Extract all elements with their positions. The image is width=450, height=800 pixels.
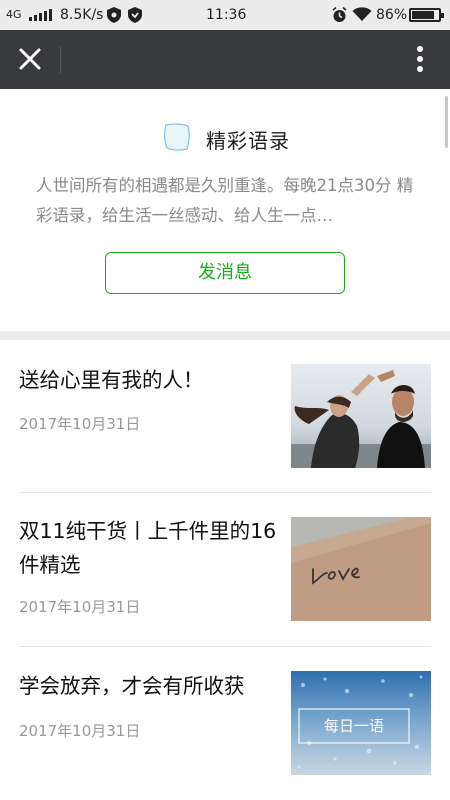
thumbnail-caption: 每日一语 [324,717,384,735]
article-date: 2017年10月31日 [19,722,141,740]
shield-icon [107,7,121,27]
article-divider [19,646,431,647]
vpn-shield-icon [128,7,142,27]
section-gap [0,331,450,340]
more-vertical-icon[interactable] [405,43,435,75]
article-date: 2017年10月31日 [19,598,141,616]
battery-icon [409,8,444,22]
article-title: 双11纯干货丨上千件里的16件精选 [19,519,277,577]
top-nav-bar [0,30,450,89]
signal-icon [29,9,52,21]
article-date: 2017年10月31日 [19,415,141,433]
article-thumbnail: 每日一语 [291,671,431,775]
alarm-icon [332,6,347,27]
status-bar: 4G 8.5K/s 11:36 86% [0,0,450,30]
battery-percent: 86% [376,7,408,23]
account-logo [162,122,192,152]
close-icon[interactable] [14,43,46,75]
scroll-indicator[interactable] [445,96,448,148]
send-message-button[interactable]: 发消息 [105,252,345,294]
nav-divider [60,46,61,74]
article-thumbnail [291,364,431,468]
article-title: 送给心里有我的人！ [19,368,204,392]
network-speed: 8.5K/s [60,7,104,23]
article-thumbnail [291,517,431,621]
account-profile: 精彩语录 人世间所有的相遇都是久别重逢。每晚21点30分 精彩语录，给生活一丝感… [0,89,450,331]
network-type: 4G [6,8,22,21]
wifi-icon [352,7,372,26]
article-item[interactable]: 学会放弃，才会有所收获 2017年10月31日 每日一语 [19,662,431,782]
article-item[interactable]: 送给心里有我的人！ 2017年10月31日 [19,355,431,475]
clock-time: 11:36 [206,7,247,23]
account-name: 精彩语录 [206,129,290,153]
account-description: 人世间所有的相遇都是久别重逢。每晚21点30分 精彩语录，给生活一丝感动、给人生… [36,176,414,225]
article-item[interactable]: 双11纯干货丨上千件里的16件精选 2017年10月31日 [19,508,431,628]
article-divider [19,492,431,493]
article-title: 学会放弃，才会有所收获 [19,674,245,698]
